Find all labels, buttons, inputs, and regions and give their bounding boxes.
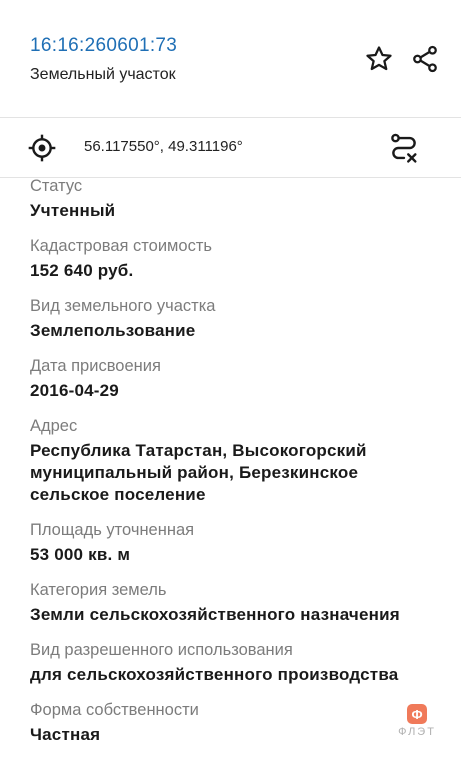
field-value: 53 000 кв. м [30, 545, 131, 564]
field-permitted-use: Вид разрешенного использования для сельс… [30, 640, 440, 686]
field-value: Частная [30, 725, 101, 744]
location-target-icon [28, 134, 56, 162]
field-value: Земли сельскохозяйственного назначения [30, 605, 400, 624]
field-value: Учтенный [30, 201, 116, 220]
object-type: Земельный участок [30, 66, 176, 83]
locate-button[interactable] [26, 132, 58, 164]
field-address: Адрес Республика Татарстан, Высокогорски… [30, 416, 440, 506]
field-value: Республика Татарстан, Высокогорский муни… [30, 441, 367, 504]
watermark-text: ФЛЭТ [398, 726, 436, 738]
route-button[interactable] [387, 131, 421, 165]
object-header: 16:16:260601:73 Земельный участок [0, 0, 461, 118]
share-icon [413, 45, 437, 73]
field-label: Форма собственности [30, 701, 199, 719]
watermark-badge: Ф [407, 704, 427, 724]
field-value: для сельскохозяйственного производства [30, 665, 399, 684]
field-label: Категория земель [30, 581, 167, 599]
field-label: Площадь уточненная [30, 521, 195, 539]
field-land-type: Вид земельного участка Землепользование [30, 296, 440, 342]
property-details: Статус Учтенный Кадастровая стоимость 15… [30, 176, 440, 760]
field-value: 152 640 руб. [30, 261, 134, 280]
field-value: Землепользование [30, 321, 196, 340]
field-assignment-date: Дата присвоения 2016-04-29 [30, 356, 440, 402]
route-icon [391, 133, 417, 163]
coordinates-bar: 56.117550°, 49.311196° [0, 118, 461, 178]
favorite-button[interactable] [362, 42, 396, 76]
field-area: Площадь уточненная 53 000 кв. м [30, 520, 440, 566]
star-icon [366, 46, 392, 71]
field-value: 2016-04-29 [30, 381, 119, 400]
field-cadastral-value: Кадастровая стоимость 152 640 руб. [30, 236, 440, 282]
coordinates-value[interactable]: 56.117550°, 49.311196° [84, 138, 243, 155]
field-label: Дата присвоения [30, 357, 161, 375]
field-status: Статус Учтенный [30, 176, 440, 222]
field-land-category: Категория земель Земли сельскохозяйствен… [30, 580, 440, 626]
field-label: Адрес [30, 417, 78, 435]
field-label: Вид земельного участка [30, 297, 216, 315]
watermark-logo: Ф ФЛЭТ [392, 704, 442, 744]
share-button[interactable] [408, 42, 442, 76]
field-ownership: Форма собственности Частная [30, 700, 440, 746]
field-label: Статус [30, 177, 83, 195]
field-label: Кадастровая стоимость [30, 237, 212, 255]
cadastral-number[interactable]: 16:16:260601:73 [30, 35, 177, 57]
field-label: Вид разрешенного использования [30, 641, 293, 659]
